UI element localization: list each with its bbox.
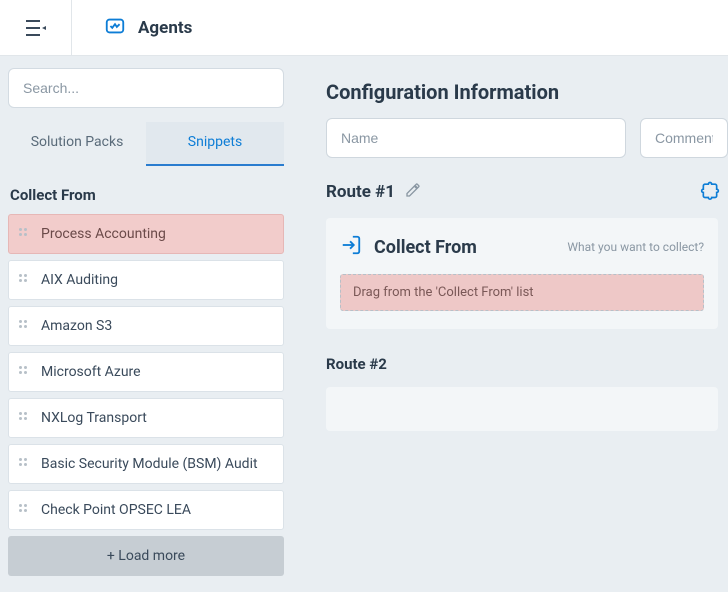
list-item-label: Check Point OPSEC LEA [41, 502, 191, 518]
comment-field[interactable] [640, 118, 728, 158]
drag-handle-icon[interactable] [19, 228, 31, 240]
drag-handle-icon[interactable] [19, 504, 31, 516]
drag-handle-icon[interactable] [19, 274, 31, 286]
list-item[interactable]: Amazon S3 [8, 306, 284, 346]
tab-snippets[interactable]: Snippets [146, 122, 284, 166]
search-input[interactable] [23, 80, 269, 96]
route-2-card [326, 387, 718, 431]
drag-handle-icon[interactable] [19, 412, 31, 424]
drop-zone[interactable]: Drag from the 'Collect From' list [340, 274, 704, 311]
list-item[interactable]: Basic Security Module (BSM) Audit [8, 444, 284, 484]
drag-handle-icon[interactable] [19, 458, 31, 470]
list-item-label: NXLog Transport [41, 410, 147, 426]
list-item-label: AIX Auditing [41, 272, 118, 288]
drag-handle-icon[interactable] [19, 320, 31, 332]
sidebar-toggle[interactable] [0, 0, 72, 55]
list-item[interactable]: NXLog Transport [8, 398, 284, 438]
list-item[interactable]: Process Accounting [8, 214, 284, 254]
collect-hint: What you want to collect? [567, 240, 704, 254]
agents-icon [104, 15, 126, 41]
list-item[interactable]: Microsoft Azure [8, 352, 284, 392]
list-item[interactable]: Check Point OPSEC LEA [8, 490, 284, 530]
list-item[interactable]: AIX Auditing [8, 260, 284, 300]
page-title: Agents [138, 18, 192, 38]
collect-from-card: Collect From What you want to collect? D… [326, 218, 718, 329]
drag-handle-icon[interactable] [19, 366, 31, 378]
load-more-button[interactable]: + Load more [8, 536, 284, 576]
puzzle-icon[interactable] [700, 180, 720, 204]
pencil-icon[interactable] [405, 182, 421, 202]
tab-solution-packs[interactable]: Solution Packs [8, 122, 146, 166]
arrow-into-box-icon [340, 234, 362, 260]
list-item-label: Microsoft Azure [41, 364, 141, 380]
collect-from-header: Collect From [8, 186, 284, 204]
list-item-label: Amazon S3 [41, 318, 112, 334]
search-input-wrap[interactable] [8, 68, 284, 108]
collect-title: Collect From [374, 237, 477, 258]
name-field[interactable] [326, 118, 626, 158]
route-1-title: Route #1 [326, 182, 395, 202]
route-2-title: Route #2 [326, 355, 728, 373]
list-item-label: Process Accounting [41, 226, 166, 242]
list-item-label: Basic Security Module (BSM) Audit [41, 456, 258, 472]
config-title: Configuration Information [326, 80, 728, 104]
